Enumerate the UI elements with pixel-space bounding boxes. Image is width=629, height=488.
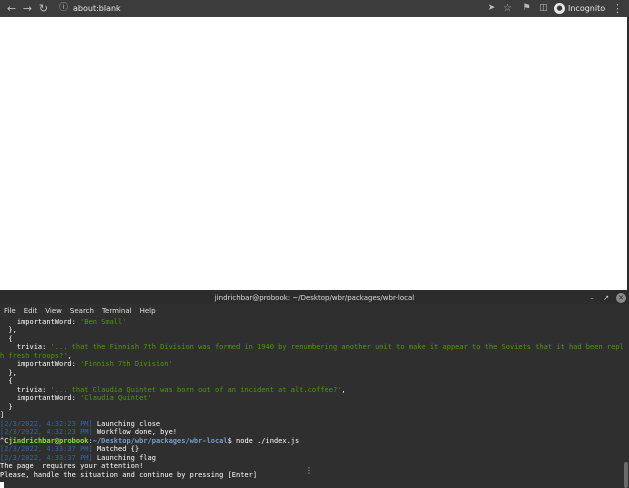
- incognito-icon: ●: [554, 3, 565, 14]
- maximize-icon[interactable]: ↗: [601, 293, 611, 303]
- mouse-cursor-icon: ⋮: [305, 466, 313, 475]
- menu-view[interactable]: View: [41, 306, 66, 317]
- terminal-title: jindrichbar@probook: ~/Desktop/wbr/packa…: [214, 294, 415, 302]
- forward-icon[interactable]: →: [21, 2, 34, 15]
- star-icon[interactable]: ☆: [501, 2, 514, 15]
- back-icon[interactable]: ←: [5, 2, 18, 15]
- menu-terminal[interactable]: Terminal: [98, 306, 136, 317]
- menu-help[interactable]: Help: [136, 306, 160, 317]
- terminal-scrollbar[interactable]: [624, 462, 628, 488]
- terminal-line: importantWord: 'Ben Small': [0, 318, 127, 326]
- send-icon[interactable]: ➤: [485, 2, 498, 15]
- info-icon[interactable]: ⓘ: [57, 2, 70, 15]
- terminal-output[interactable]: importantWord: 'Ben Small' }, { trivia: …: [0, 318, 623, 488]
- reload-icon[interactable]: ↻: [37, 2, 50, 15]
- terminal-menubar: File Edit View Search Terminal Help: [0, 306, 629, 317]
- incognito-badge[interactable]: ● Incognito: [554, 1, 609, 16]
- close-icon[interactable]: ✕: [616, 293, 626, 303]
- menu-file[interactable]: File: [0, 306, 20, 317]
- address-bar[interactable]: about:blank: [73, 2, 121, 15]
- minimize-icon[interactable]: –: [587, 293, 597, 303]
- terminal-line: [2/3/2022, 4:33:37 PM] Matched {}: [0, 445, 140, 453]
- terminal-titlebar: jindrichbar@probook: ~/Desktop/wbr/packa…: [0, 292, 629, 304]
- terminal-cursor: [0, 482, 4, 488]
- incognito-label: Incognito: [568, 4, 606, 13]
- sidepanel-icon[interactable]: ◫: [537, 2, 550, 15]
- menu-icon[interactable]: ⋮: [611, 2, 624, 15]
- terminal-line: importantWord: 'Claudia Quintet': [0, 394, 152, 402]
- terminal-line: trivia: '... that the Finnish 7th Divisi…: [0, 343, 623, 351]
- terminal-line: The page requires your attention!: [0, 462, 144, 470]
- browser-window: ← → ↻ ⓘ about:blank ➤ ☆ ⚑ ◫ ● Incognito …: [0, 0, 629, 292]
- terminal-line: Please, handle the situation and continu…: [0, 471, 258, 479]
- menu-edit[interactable]: Edit: [20, 306, 42, 317]
- terminal-line: [2/3/2022, 4:32:23 PM] Workflow done, by…: [0, 428, 178, 436]
- terminal-line: ]: [0, 411, 5, 419]
- terminal-line: },: [0, 326, 17, 334]
- menu-search[interactable]: Search: [66, 306, 98, 317]
- terminal-line: importantWord: 'Finnish 7th Division': [0, 360, 173, 368]
- extension-icon[interactable]: ⚑: [520, 2, 533, 15]
- terminal-window: jindrichbar@probook: ~/Desktop/wbr/packa…: [0, 292, 629, 488]
- browser-toolbar: ← → ↻ ⓘ about:blank ➤ ☆ ⚑ ◫ ● Incognito …: [0, 0, 629, 17]
- terminal-line: {: [0, 377, 13, 385]
- page-content[interactable]: [0, 17, 629, 292]
